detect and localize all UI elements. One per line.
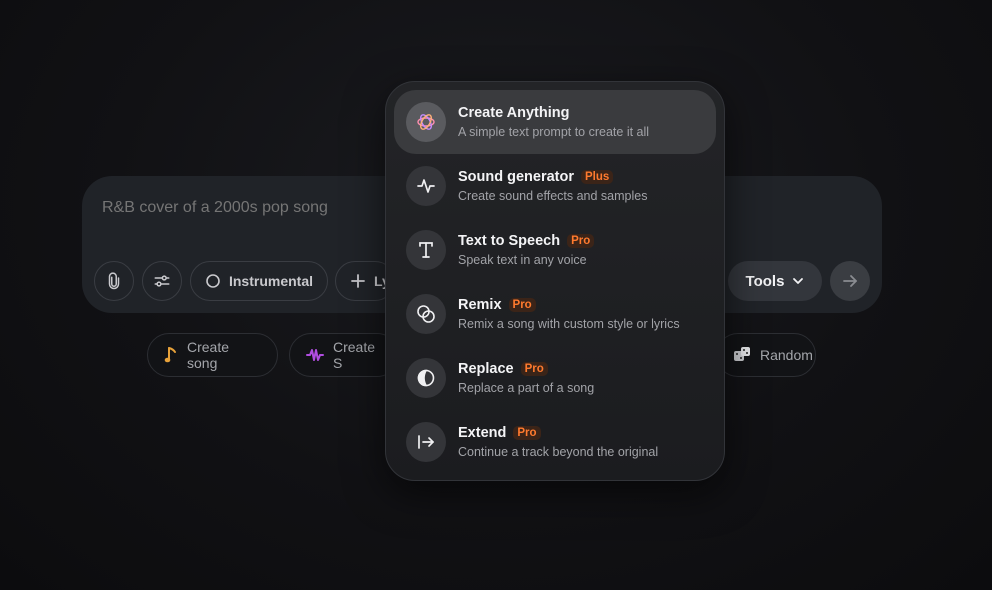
suggestion-create-song[interactable]: Create song bbox=[147, 333, 278, 377]
menu-item-title: Extend bbox=[458, 425, 507, 441]
tools-dropdown-menu: Create Anything A simple text prompt to … bbox=[385, 81, 725, 481]
attach-button[interactable] bbox=[94, 261, 134, 301]
menu-item-extend[interactable]: Extend Pro Continue a track beyond the or… bbox=[394, 410, 716, 474]
menu-item-title: Text to Speech bbox=[458, 233, 561, 249]
suggestion-create-sound[interactable]: Create S bbox=[289, 333, 399, 377]
pro-badge: Pro bbox=[508, 298, 536, 312]
menu-item-desc: Remix a song with custom style or lyrics bbox=[458, 317, 680, 331]
dice-icon bbox=[733, 346, 751, 364]
sparkle-icon bbox=[406, 102, 446, 142]
menu-item-desc: Continue a track beyond the original bbox=[458, 445, 659, 459]
plus-badge: Plus bbox=[581, 170, 614, 184]
pulse-icon bbox=[406, 166, 446, 206]
menu-item-create-anything[interactable]: Create Anything A simple text prompt to … bbox=[394, 90, 716, 154]
suggestion-label: Create S bbox=[333, 339, 376, 371]
tools-button[interactable]: Tools bbox=[728, 261, 822, 301]
suggestion-random[interactable]: Random bbox=[716, 333, 816, 377]
suggestion-label: Create song bbox=[187, 339, 230, 371]
menu-item-title: Create Anything bbox=[458, 105, 570, 121]
menu-item-text-to-speech[interactable]: Text to Speech Pro Speak text in any voic… bbox=[394, 218, 716, 282]
pro-badge: Pro bbox=[567, 234, 595, 248]
extend-arrow-icon bbox=[406, 422, 446, 462]
waveform-icon bbox=[306, 348, 324, 362]
instrumental-toggle[interactable]: Instrumental bbox=[190, 261, 328, 301]
menu-item-desc: Create sound effects and samples bbox=[458, 189, 648, 203]
half-circle-icon bbox=[406, 358, 446, 398]
menu-item-desc: Speak text in any voice bbox=[458, 253, 587, 267]
menu-item-replace[interactable]: Replace Pro Replace a part of a song bbox=[394, 346, 716, 410]
menu-item-title: Replace bbox=[458, 361, 514, 377]
tools-label: Tools bbox=[745, 272, 785, 290]
suggestion-label: Random bbox=[760, 347, 813, 363]
text-icon bbox=[406, 230, 446, 270]
paperclip-icon bbox=[105, 272, 123, 290]
menu-item-sound-generator[interactable]: Sound generator Plus Create sound effects… bbox=[394, 154, 716, 218]
menu-item-title: Sound generator bbox=[458, 169, 575, 185]
settings-button[interactable] bbox=[142, 261, 182, 301]
menu-item-desc: A simple text prompt to create it all bbox=[458, 125, 650, 139]
remix-icon bbox=[406, 294, 446, 334]
chevron-down-icon bbox=[792, 275, 804, 287]
sliders-icon bbox=[153, 272, 171, 290]
music-note-icon bbox=[164, 346, 178, 364]
menu-item-remix[interactable]: Remix Pro Remix a song with custom style … bbox=[394, 282, 716, 346]
instrumental-label: Instrumental bbox=[228, 273, 313, 289]
circle-icon bbox=[205, 273, 221, 289]
menu-item-title: Remix bbox=[458, 297, 502, 313]
pro-badge: Pro bbox=[520, 362, 548, 376]
menu-item-desc: Replace a part of a song bbox=[458, 381, 595, 395]
plus-icon bbox=[350, 273, 366, 289]
arrow-right-icon bbox=[842, 273, 858, 289]
send-button[interactable] bbox=[830, 261, 870, 301]
pro-badge: Pro bbox=[513, 426, 541, 440]
